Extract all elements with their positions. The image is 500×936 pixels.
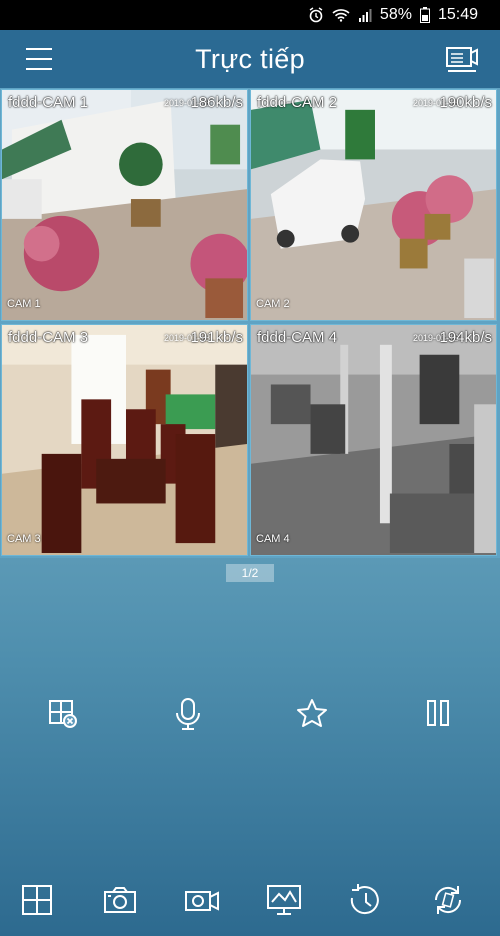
snapshot-button[interactable] [100,880,140,920]
camera-feed-4 [251,325,496,555]
page-indicator: 1/2 [226,564,274,582]
camera-name: fddd-CAM 2 [257,94,338,111]
camera-bitrate: 191kb/s [190,329,243,346]
star-icon [297,699,327,727]
microphone-icon [176,698,200,730]
camera-osd-label: CAM 1 [7,298,41,310]
camera-bitrate: 186kb/s [190,94,243,111]
camera-name: fddd-CAM 4 [257,329,338,346]
camera-name: fddd-CAM 1 [8,94,89,111]
video-record-icon [185,891,219,911]
alarm-icon [308,7,324,23]
grid-layout-button[interactable] [18,880,58,920]
camera-feed-2 [251,90,496,320]
battery-icon [419,7,430,23]
favorite-button[interactable] [294,695,330,731]
playback-controls [0,695,500,735]
close-split-icon [49,700,77,728]
live-view-screen: 58% 15:49 Trực tiếp fddd-CAM 1 2019-03-1… [0,0,500,936]
camera-grid: fddd-CAM 1 2019-03-18 186kb/s CAM 1 fddd… [0,88,500,558]
camera-feed-1 [2,90,247,320]
microphone-button[interactable] [170,695,206,731]
monitor-chart-icon [267,885,301,915]
battery-percent: 58% [379,6,412,23]
monitor-button[interactable] [264,880,304,920]
signal-icon [358,8,372,22]
page-title: Trực tiếp [195,44,305,74]
refresh-icon [434,886,462,914]
camera-snapshot-icon [104,887,136,913]
grid-layout-icon [22,885,52,915]
camera-tile-4[interactable]: fddd-CAM 4 2019-03-18 194kb/s CAM 4 [250,324,497,556]
pause-button[interactable] [420,695,456,731]
refresh-button[interactable] [428,880,468,920]
camera-osd-label: CAM 3 [7,533,41,545]
wifi-icon [332,8,350,22]
device-list-button[interactable] [446,45,478,73]
camera-feed-3 [2,325,247,555]
status-bar: 58% 15:49 [0,0,500,30]
device-list-icon [446,47,478,72]
clock-time: 15:49 [437,6,478,23]
camera-tile-3[interactable]: fddd-CAM 3 2019-03-18 191kb/s CAM 3 [1,324,248,556]
camera-name: fddd-CAM 3 [8,329,89,346]
camera-tile-1[interactable]: fddd-CAM 1 2019-03-18 186kb/s CAM 1 [1,89,248,321]
camera-bitrate: 190kb/s [439,94,492,111]
playback-history-icon [350,884,379,915]
camera-bitrate: 194kb/s [439,329,492,346]
camera-osd-label: CAM 4 [256,533,290,545]
close-split-button[interactable] [46,695,82,731]
record-button[interactable] [182,880,222,920]
pause-icon [427,700,449,726]
bottom-toolbar [0,880,500,924]
camera-osd-label: CAM 2 [256,298,290,310]
playback-button[interactable] [346,880,386,920]
app-bar: Trực tiếp [0,30,500,88]
camera-tile-2[interactable]: fddd-CAM 2 2019-03-18 190kb/s CAM 2 [250,89,497,321]
